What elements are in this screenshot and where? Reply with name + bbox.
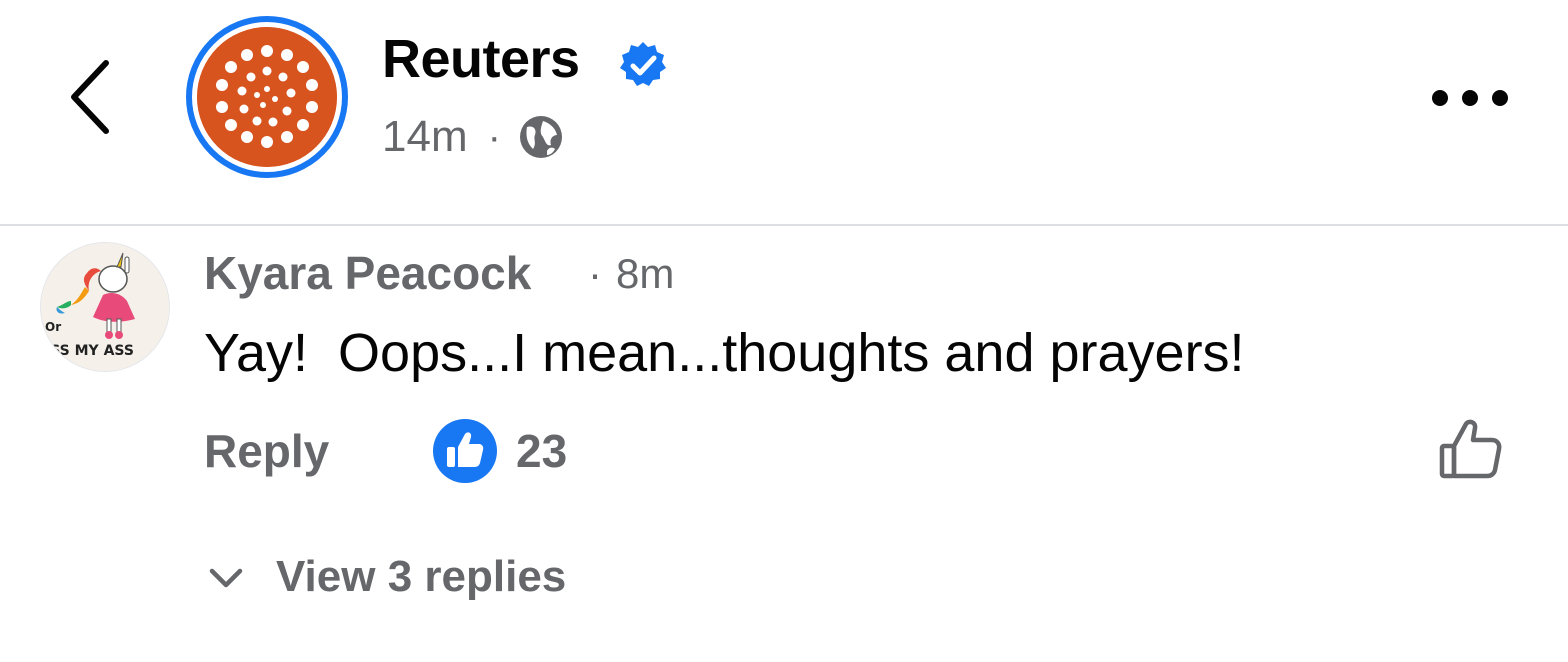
globe-icon [519,116,562,158]
view-replies-label: View 3 replies [276,552,567,601]
like-reaction-icon[interactable] [432,418,498,484]
back-button[interactable] [58,52,122,142]
avatar-text-line-2: ISS MY ASS [45,343,134,359]
meta-separator: · [487,114,501,159]
thumbs-up-outline-icon [1439,419,1502,479]
comment-separator: · [588,250,602,297]
comment-text: Yay! Oops...I mean...thoughts and prayer… [204,323,1245,383]
like-count: 23 [516,425,568,477]
chevron-down-icon [209,568,243,588]
back-chevron-icon [71,60,109,134]
like-button[interactable] [1432,412,1508,488]
page-avatar[interactable] [186,16,348,178]
unicorn-avatar-icon: Or ISS MY ASS [41,243,169,371]
post-header: Reuters 14m · [0,0,1568,226]
reply-button[interactable]: Reply [204,424,329,478]
verified-badge-icon [620,42,666,86]
comment-author[interactable]: Kyara Peacock [204,246,531,300]
more-options-button[interactable] [1420,70,1520,126]
page-name[interactable]: Reuters [382,28,580,90]
post-time: 14m [382,112,468,161]
comment-time: 8m [616,250,675,297]
post-meta: 14m · [382,112,565,162]
more-options-icon [1432,90,1508,106]
avatar-text-line-1: Or [45,320,61,334]
commenter-avatar[interactable]: Or ISS MY ASS [40,242,170,372]
view-replies-button[interactable]: View 3 replies [204,552,566,602]
reuters-logo-icon [197,27,337,167]
